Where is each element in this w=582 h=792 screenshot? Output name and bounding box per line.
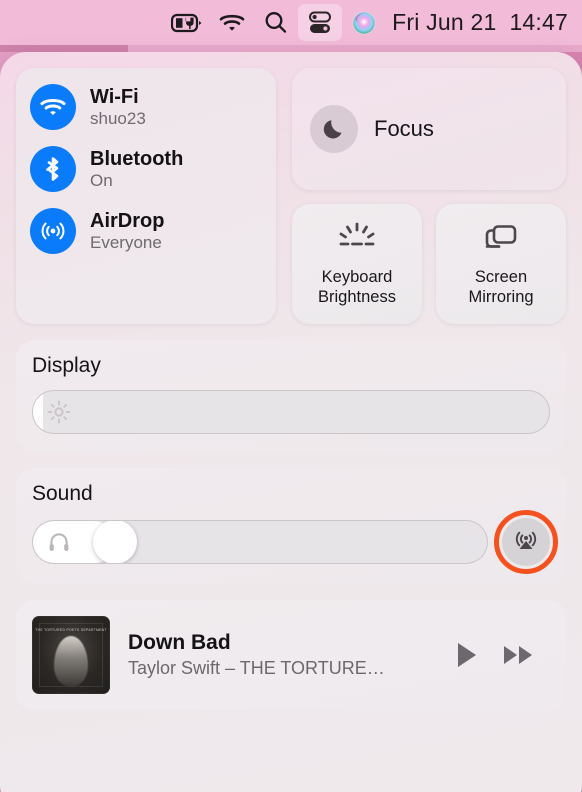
screen-mirroring-tile[interactable]: Screen Mirroring bbox=[436, 204, 566, 324]
menu-bar-time: 14:47 bbox=[509, 9, 568, 35]
quick-tiles: Keyboard Brightness Screen Mirroring bbox=[292, 204, 566, 324]
sound-slider-knob[interactable] bbox=[92, 521, 137, 563]
connectivity-module: Wi-Fi shuo23 Bluetooth On AirDrop Everyo… bbox=[16, 68, 276, 324]
menu-bar-date: Fri Jun 21 bbox=[392, 9, 497, 35]
wifi-icon[interactable] bbox=[210, 4, 254, 41]
album-artwork: THE TORTURED POETS DEPARTMENT bbox=[32, 616, 110, 694]
focus-tile[interactable]: Focus bbox=[292, 68, 566, 190]
headphones-icon bbox=[47, 530, 71, 554]
screen-mirroring-label-line1: Screen bbox=[474, 268, 528, 287]
menu-bar: Fri Jun 21 14:47 bbox=[0, 0, 582, 45]
airplay-audio-icon bbox=[511, 525, 541, 560]
airdrop-title: AirDrop bbox=[90, 210, 165, 233]
control-center-panel: Wi-Fi shuo23 Bluetooth On AirDrop Everyo… bbox=[0, 52, 582, 792]
fast-forward-button[interactable] bbox=[502, 640, 536, 670]
bluetooth-title: Bluetooth bbox=[90, 148, 184, 171]
bluetooth-status: On bbox=[90, 170, 113, 190]
moon-icon bbox=[310, 105, 358, 153]
keyboard-brightness-tile[interactable]: Keyboard Brightness bbox=[292, 204, 422, 324]
bluetooth-icon bbox=[30, 146, 76, 192]
sound-module: Sound bbox=[16, 468, 566, 584]
sound-title: Sound bbox=[32, 482, 93, 505]
screen: Fri Jun 21 14:47 Wi-Fi shuo23 Bluetooth … bbox=[0, 0, 582, 792]
display-title: Display bbox=[32, 354, 101, 377]
now-playing-controls bbox=[454, 640, 550, 670]
wifi-control[interactable]: Wi-Fi shuo23 bbox=[30, 84, 262, 130]
screen-mirroring-label-line2: Mirroring bbox=[468, 287, 534, 306]
focus-label: Focus bbox=[374, 116, 434, 141]
brightness-sun-icon bbox=[47, 400, 71, 424]
airdrop-visibility: Everyone bbox=[90, 232, 162, 252]
battery-charging-icon[interactable] bbox=[164, 4, 210, 41]
screen-mirroring-icon bbox=[481, 221, 521, 260]
album-artwork-caption: THE TORTURED POETS DEPARTMENT bbox=[35, 628, 107, 632]
airdrop-icon bbox=[30, 208, 76, 254]
sound-row bbox=[32, 510, 558, 574]
airdrop-control[interactable]: AirDrop Everyone bbox=[30, 208, 262, 254]
keyboard-brightness-label: Keyboard Brightness bbox=[318, 268, 396, 307]
sound-slider-wrap bbox=[32, 520, 488, 564]
control-center-right-column: Focus Keyboard Brightness Screen Mirrori… bbox=[292, 68, 566, 324]
menu-bar-status-items: Fri Jun 21 14:47 bbox=[164, 0, 582, 45]
wifi-network-name: shuo23 bbox=[90, 108, 146, 128]
search-icon[interactable] bbox=[254, 4, 298, 41]
now-playing-title: Down Bad bbox=[128, 631, 231, 654]
control-center-icon[interactable] bbox=[298, 4, 343, 41]
sound-volume-slider[interactable] bbox=[32, 520, 488, 564]
play-button[interactable] bbox=[454, 640, 480, 670]
wifi-text: Wi-Fi shuo23 bbox=[90, 86, 146, 127]
airdrop-text: AirDrop Everyone bbox=[90, 210, 164, 251]
bluetooth-control[interactable]: Bluetooth On bbox=[30, 146, 262, 192]
now-playing-subtitle: Taylor Swift – THE TORTURE… bbox=[128, 658, 385, 678]
menu-bar-underline bbox=[0, 45, 582, 52]
wifi-icon bbox=[30, 84, 76, 130]
screen-mirroring-label: Screen Mirroring bbox=[468, 268, 533, 307]
control-center-top-row: Wi-Fi shuo23 Bluetooth On AirDrop Everyo… bbox=[16, 68, 566, 324]
now-playing-module[interactable]: THE TORTURED POETS DEPARTMENT Down Bad T… bbox=[16, 600, 566, 710]
bluetooth-text: Bluetooth On bbox=[90, 148, 183, 189]
display-slider-fill bbox=[33, 391, 44, 433]
siri-icon[interactable] bbox=[342, 4, 386, 41]
now-playing-text: Down Bad Taylor Swift – THE TORTURE… bbox=[128, 631, 436, 679]
menu-bar-clock[interactable]: Fri Jun 21 14:47 bbox=[386, 9, 568, 36]
wifi-title: Wi-Fi bbox=[90, 86, 139, 109]
display-brightness-slider[interactable] bbox=[32, 390, 550, 434]
display-module: Display bbox=[16, 340, 566, 452]
sound-airplay-button[interactable] bbox=[494, 510, 558, 574]
keyboard-brightness-label-line1: Keyboard bbox=[321, 268, 393, 287]
keyboard-brightness-label-line2: Brightness bbox=[318, 287, 396, 306]
keyboard-brightness-icon bbox=[334, 221, 380, 260]
